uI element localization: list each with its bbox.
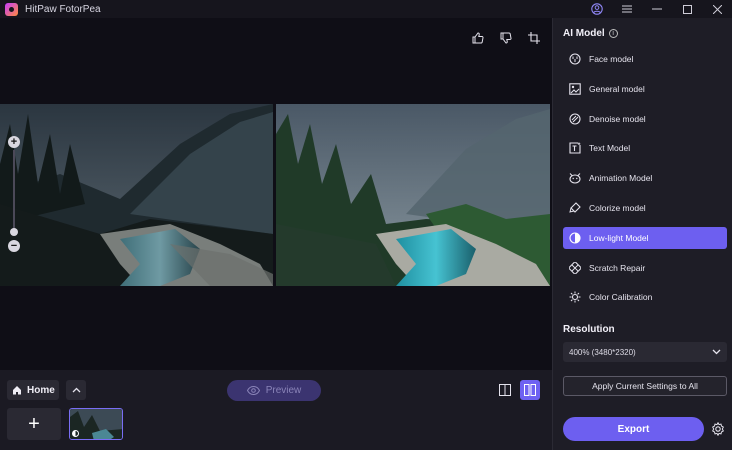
- enhanced-image: [276, 104, 550, 286]
- zoom-handle[interactable]: [10, 228, 18, 236]
- gear-icon[interactable]: [711, 421, 725, 437]
- model-label: General model: [589, 83, 645, 94]
- image-icon: [569, 83, 581, 95]
- low-light-icon: [569, 232, 581, 244]
- ai-model-heading: AI Model i: [563, 28, 618, 39]
- feedback-toolbar: [470, 30, 542, 46]
- model-general[interactable]: General model: [563, 78, 727, 100]
- home-label: Home: [27, 384, 55, 396]
- model-label: Animation Model: [589, 173, 653, 184]
- image-thumbnail[interactable]: [69, 408, 123, 440]
- model-label: Colorize model: [589, 202, 646, 213]
- maximize-icon[interactable]: [672, 0, 702, 18]
- zoom-in-button[interactable]: +: [8, 136, 20, 148]
- home-icon: [13, 386, 21, 395]
- model-list: Face model General model Denoise model T…: [563, 48, 727, 316]
- export-button[interactable]: Export: [563, 417, 704, 441]
- scratch-icon: [569, 261, 581, 274]
- window-controls: [582, 0, 732, 18]
- model-scratch-repair[interactable]: Scratch Repair: [563, 257, 727, 279]
- model-low-light[interactable]: Low-light Model: [563, 226, 727, 249]
- zoom-slider[interactable]: + −: [8, 136, 22, 252]
- collapse-button[interactable]: [66, 380, 86, 400]
- model-label: Scratch Repair: [589, 262, 646, 273]
- apply-all-button[interactable]: Apply Current Settings to All: [563, 376, 727, 396]
- model-label: Color Calibration: [589, 292, 653, 303]
- zoom-track[interactable]: [13, 150, 15, 234]
- settings-panel: AI Model i Face model General model Deno…: [552, 18, 732, 450]
- canvas-area: + −: [0, 18, 552, 370]
- resolution-heading: Resolution: [563, 324, 615, 335]
- split-view-button[interactable]: [520, 380, 540, 400]
- calibration-icon: [569, 291, 581, 303]
- colorize-icon: [569, 202, 581, 214]
- model-color-calibration[interactable]: Color Calibration: [563, 286, 727, 308]
- model-animation[interactable]: Animation Model: [563, 167, 727, 189]
- add-image-button[interactable]: +: [7, 408, 61, 440]
- resolution-select[interactable]: 400% (3480*2320): [563, 342, 727, 362]
- face-icon: [569, 53, 581, 65]
- chevron-down-icon: [712, 349, 721, 355]
- low-light-badge-icon: [72, 430, 79, 437]
- crop-icon[interactable]: [526, 30, 542, 46]
- thumbs-down-icon[interactable]: [498, 30, 514, 46]
- home-button[interactable]: Home: [7, 380, 59, 400]
- model-label: Face model: [589, 54, 634, 64]
- model-text[interactable]: Text Model: [563, 137, 727, 159]
- resolution-value: 400% (3480*2320): [569, 347, 636, 357]
- chevron-up-icon: [72, 387, 80, 393]
- preview-label: Preview: [265, 385, 302, 396]
- denoise-icon: [569, 113, 581, 125]
- single-view-icon: [499, 384, 511, 396]
- thumbs-up-icon[interactable]: [470, 30, 486, 46]
- bottom-bar: Home Preview +: [0, 370, 552, 450]
- model-label: Denoise model: [589, 113, 646, 124]
- text-icon: [569, 142, 581, 154]
- preview-button[interactable]: Preview: [227, 380, 321, 401]
- app-logo-icon: [5, 2, 18, 16]
- menu-icon[interactable]: [612, 0, 642, 18]
- single-view-button[interactable]: [495, 380, 515, 400]
- minimize-icon[interactable]: [642, 0, 672, 18]
- split-view-icon: [524, 384, 536, 396]
- model-label: Low-light Model: [589, 232, 649, 243]
- info-icon[interactable]: i: [608, 29, 618, 38]
- app-title: HitPaw FotorPea: [25, 3, 101, 15]
- plus-icon: +: [28, 412, 40, 435]
- model-colorize[interactable]: Colorize model: [563, 197, 727, 219]
- model-denoise[interactable]: Denoise model: [563, 108, 727, 130]
- close-icon[interactable]: [702, 0, 732, 18]
- ai-model-title: AI Model: [563, 28, 605, 39]
- account-icon[interactable]: [582, 0, 612, 18]
- model-label: Text Model: [589, 143, 631, 154]
- animation-icon: [569, 172, 581, 184]
- zoom-out-button[interactable]: −: [8, 240, 20, 252]
- original-image: [0, 104, 273, 286]
- title-bar: HitPaw FotorPea: [0, 0, 732, 18]
- eye-icon: [246, 386, 260, 395]
- model-face[interactable]: Face model: [563, 48, 727, 70]
